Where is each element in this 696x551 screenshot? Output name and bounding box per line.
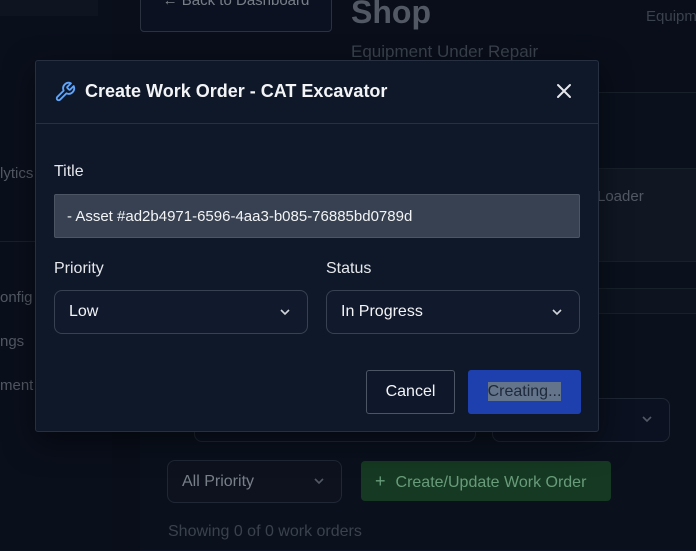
cancel-button[interactable]: Cancel [366, 370, 455, 414]
priority-label: Priority [54, 260, 104, 277]
status-select[interactable]: In Progress [326, 290, 580, 334]
wrench-icon [55, 81, 76, 102]
title-input[interactable] [54, 194, 580, 238]
modal-header: Create Work Order - CAT Excavator [36, 61, 598, 124]
submit-label: Creating... [487, 382, 562, 401]
chevron-down-icon [552, 309, 562, 316]
chevron-down-icon [280, 309, 290, 316]
title-label: Title [54, 163, 84, 180]
status-value: In Progress [341, 303, 423, 320]
create-submit-button[interactable]: Creating... [468, 370, 581, 414]
priority-value: Low [69, 303, 99, 320]
create-work-order-modal: Create Work Order - CAT Excavator Title … [35, 60, 599, 432]
modal-title: Create Work Order - CAT Excavator [85, 81, 388, 101]
status-label: Status [326, 260, 372, 277]
close-icon[interactable] [554, 81, 574, 101]
priority-select[interactable]: Low [54, 290, 308, 334]
